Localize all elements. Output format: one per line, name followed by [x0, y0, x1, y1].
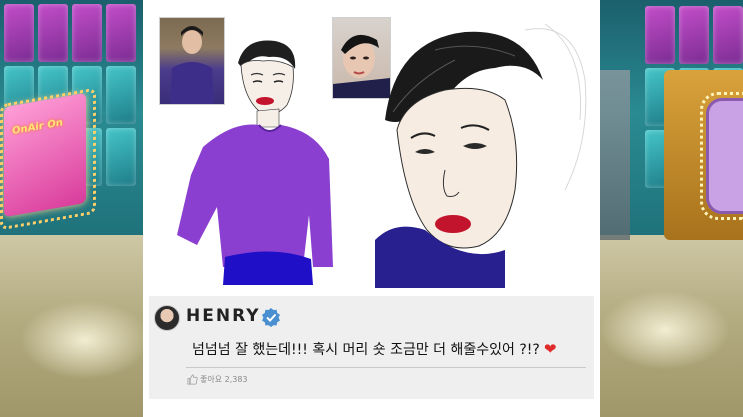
comment-post: HENRY 넘넘넘 잘 했는데!!! 혹시 머리 숏 조금만 더 해줄수있어 ?…	[149, 296, 594, 399]
floor-reflection	[600, 290, 730, 370]
comment-text: 넘넘넘 잘 했는데!!! 혹시 머리 숏 조금만 더 해줄수있어 ?!? ❤	[192, 339, 556, 359]
thumbs-up-icon[interactable]	[187, 374, 198, 385]
door-light-bulbs	[700, 92, 743, 220]
divider	[186, 367, 586, 368]
sign-light-bulbs	[0, 87, 96, 231]
post-card: HENRY 넘넘넘 잘 했는데!!! 혹시 머리 숏 조금만 더 해줄수있어 ?…	[143, 0, 600, 417]
avatar[interactable]	[154, 305, 180, 331]
heart-icon: ❤	[543, 340, 557, 358]
like-row[interactable]: 좋아요 2,383	[187, 374, 248, 385]
comment-body: 넘넘넘 잘 했는데!!! 혹시 머리 숏 조금만 더 해줄수있어 ?!?	[192, 342, 540, 358]
studio-pillar	[600, 70, 630, 240]
like-count: 좋아요 2,383	[200, 375, 248, 384]
floor-reflection	[20, 300, 150, 380]
verified-badge-icon	[262, 308, 280, 327]
drawing-closeup-portrait	[375, 23, 587, 288]
fan-art-drawing	[143, 0, 600, 293]
drawing-full-body	[177, 40, 333, 285]
username[interactable]: HENRY	[186, 306, 261, 326]
